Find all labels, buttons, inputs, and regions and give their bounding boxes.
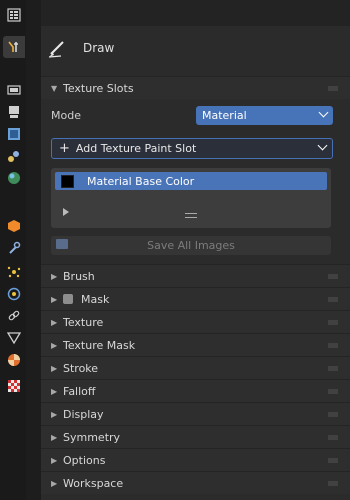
- constraints-tab-icon[interactable]: [3, 305, 25, 327]
- collapsed-arrow-icon: ▶: [51, 409, 58, 419]
- panel-header-mask[interactable]: ▶ Mask: [41, 287, 350, 310]
- mode-label: Mode: [51, 108, 81, 122]
- object-tab-icon[interactable]: [3, 215, 25, 237]
- panel-header-workspace[interactable]: ▶ Workspace: [41, 471, 350, 494]
- material-tab-icon[interactable]: [3, 349, 25, 371]
- mode-select[interactable]: Material: [196, 106, 333, 125]
- panel-header-symmetry[interactable]: ▶ Symmetry: [41, 425, 350, 448]
- add-slot-label: Add Texture Paint Slot: [75, 142, 197, 155]
- drag-grip-icon[interactable]: [328, 297, 338, 302]
- panel-title: Falloff: [63, 384, 96, 398]
- drag-grip-icon[interactable]: [328, 412, 338, 417]
- plus-icon: +: [59, 141, 70, 156]
- texture-slot-list[interactable]: Material Base Color: [51, 168, 331, 228]
- drag-grip-icon[interactable]: [328, 274, 338, 279]
- drag-grip-icon[interactable]: [328, 320, 338, 325]
- drag-grip-icon[interactable]: [328, 86, 338, 91]
- mask-checkbox[interactable]: [63, 294, 73, 304]
- panel-header-falloff[interactable]: ▶ Falloff: [41, 379, 350, 402]
- properties-tab-bar: [0, 0, 26, 500]
- panel-title: Texture Slots: [63, 81, 134, 95]
- render-tab-icon[interactable]: [3, 79, 25, 101]
- panel-title: Texture Mask: [63, 338, 136, 352]
- view-layer-tab-icon[interactable]: [3, 123, 25, 145]
- collapsed-arrow-icon: ▶: [51, 317, 58, 327]
- panel-header-options[interactable]: ▶ Options: [41, 448, 350, 471]
- scene-tab-icon[interactable]: [3, 145, 25, 167]
- expanded-arrow-icon: ▼: [51, 83, 58, 93]
- brush-icon: [48, 40, 64, 58]
- active-tool-row: Draw: [41, 26, 350, 69]
- panel-header-display[interactable]: ▶ Display: [41, 402, 350, 425]
- tool-name: Draw: [83, 40, 115, 55]
- save-image-icon: [56, 239, 68, 249]
- panel-title: Stroke: [63, 361, 99, 375]
- data-tab-icon[interactable]: [3, 327, 25, 349]
- world-tab-icon[interactable]: [3, 167, 25, 189]
- mode-value: Material: [202, 109, 247, 122]
- drag-grip-icon[interactable]: [328, 389, 338, 394]
- panel-header-texture-slots[interactable]: ▼ Texture Slots: [41, 76, 350, 99]
- panel-title: Brush: [63, 269, 95, 283]
- drag-grip-icon[interactable]: [328, 481, 338, 486]
- texture-tab-icon[interactable]: [3, 375, 25, 397]
- save-all-images-button[interactable]: Save All Images: [51, 236, 331, 255]
- collapsed-arrow-icon: ▶: [51, 432, 58, 442]
- collapsed-arrow-icon: ▶: [51, 271, 58, 281]
- collapsed-arrow-icon: ▶: [51, 386, 58, 396]
- panel-title: Workspace: [63, 476, 124, 490]
- panel-title: Options: [63, 453, 106, 467]
- collapsed-arrow-icon: ▶: [51, 294, 58, 304]
- chevron-down-icon: [318, 107, 329, 118]
- tool-tab-icon[interactable]: [3, 36, 25, 58]
- modifier-tab-icon[interactable]: [3, 237, 25, 259]
- collapsed-arrow-icon: ▶: [51, 455, 58, 465]
- drag-grip-icon[interactable]: [328, 458, 338, 463]
- collapsed-arrow-icon: ▶: [51, 340, 58, 350]
- physics-tab-icon[interactable]: [3, 283, 25, 305]
- collapsed-arrow-icon: ▶: [51, 363, 58, 373]
- panel-title: Symmetry: [63, 430, 121, 444]
- panel-title: Mask: [81, 292, 110, 306]
- drag-grip-icon[interactable]: [328, 343, 338, 348]
- add-texture-paint-slot-dropdown[interactable]: + Add Texture Paint Slot: [51, 138, 333, 159]
- panel-title: Texture: [63, 315, 104, 329]
- editor-type-icon[interactable]: [3, 4, 25, 26]
- drag-grip-icon[interactable]: [328, 435, 338, 440]
- panel-header-texture-mask[interactable]: ▶ Texture Mask: [41, 333, 350, 356]
- list-item[interactable]: Material Base Color: [55, 172, 327, 190]
- slot-name: Material Base Color: [87, 174, 195, 188]
- chevron-down-icon: [317, 140, 328, 151]
- panel-header-stroke[interactable]: ▶ Stroke: [41, 356, 350, 379]
- particles-tab-icon[interactable]: [3, 261, 25, 283]
- panel-header-brush[interactable]: ▶ Brush: [41, 264, 350, 287]
- header-strip: [41, 0, 350, 26]
- output-tab-icon[interactable]: [3, 101, 25, 123]
- list-resize-handle[interactable]: [185, 213, 197, 218]
- collapsed-arrow-icon: ▶: [51, 478, 58, 488]
- panel-header-texture[interactable]: ▶ Texture: [41, 310, 350, 333]
- drag-grip-icon[interactable]: [328, 366, 338, 371]
- properties-panel: Draw ▼ Texture Slots Mode Material + Add…: [41, 0, 350, 500]
- color-swatch: [61, 174, 74, 188]
- list-expand-icon[interactable]: [63, 208, 69, 216]
- panel-title: Display: [63, 407, 104, 421]
- save-all-label: Save All Images: [147, 239, 235, 252]
